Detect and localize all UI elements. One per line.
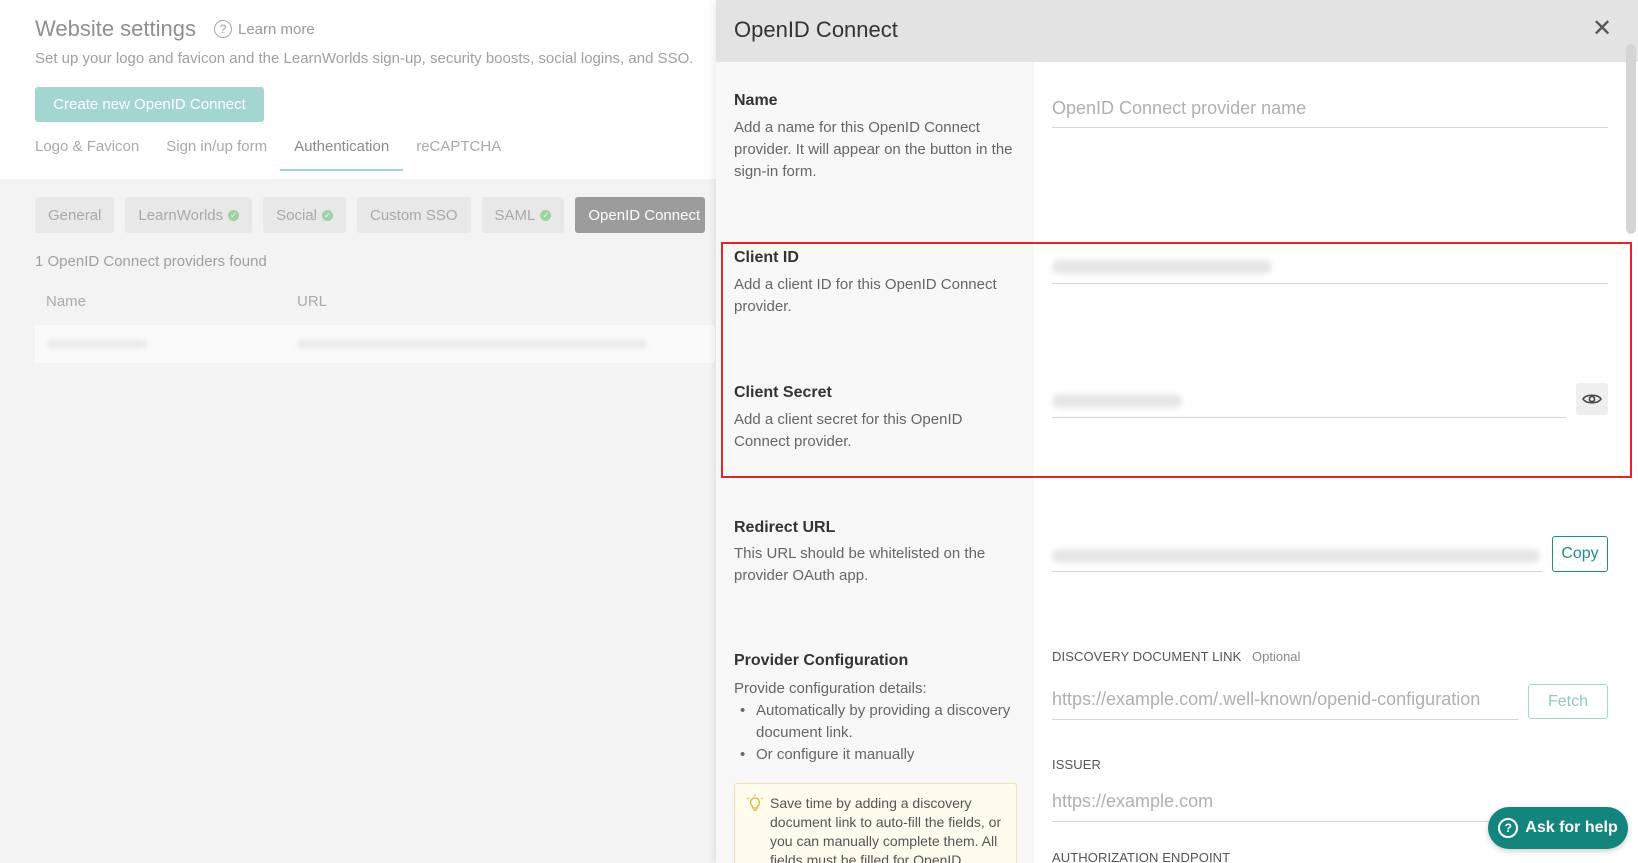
redacted-url <box>297 339 647 349</box>
panel-header: OpenID Connect ✕ <box>716 0 1638 62</box>
provider-config-title: Provider Configuration <box>734 652 909 669</box>
pill-learnworlds[interactable]: LearnWorlds ✓ <box>125 197 253 233</box>
question-icon: ? <box>1498 818 1519 838</box>
redacted-client-id <box>1052 260 1272 274</box>
name-placeholder: OpenID Connect provider name <box>1052 98 1307 118</box>
page-title: Website settings <box>35 16 197 41</box>
learn-more-label: Learn more <box>238 20 315 38</box>
redirect-url-title: Redirect URL <box>734 519 836 536</box>
redirect-url-description: This URL should be whitelisted on the pr… <box>734 545 986 584</box>
client-id-input[interactable] <box>1052 252 1608 284</box>
pill-general[interactable]: General <box>35 197 115 233</box>
settings-tabs: Logo & Favicon Sign in/up form Authentic… <box>35 138 501 171</box>
tip-text: Save time by adding a discovery document… <box>770 795 1002 863</box>
redacted-name <box>47 339 147 349</box>
provider-config-description: Provide configuration details: <box>734 680 927 697</box>
tab-logo-favicon[interactable]: Logo & Favicon <box>35 138 139 171</box>
tab-sign-in-up-form[interactable]: Sign in/up form <box>166 138 267 171</box>
ask-for-help-button[interactable]: ? Ask for help <box>1488 807 1628 849</box>
tab-recaptcha[interactable]: reCAPTCHA <box>416 138 501 171</box>
provider-config-options: Automatically by providing a discovery d… <box>734 700 1024 766</box>
column-header-url: URL <box>297 293 328 310</box>
authorization-endpoint-label: AUTHORIZATION ENDPOINT <box>1052 850 1231 863</box>
tip-box: Save time by adding a discovery document… <box>734 783 1017 863</box>
discovery-link-input[interactable]: https://example.com/.well-known/openid-c… <box>1052 684 1518 720</box>
client-secret-description: Add a client secret for this OpenID Conn… <box>734 411 963 450</box>
panel-title: OpenID Connect <box>734 17 898 42</box>
providers-found-text: 1 OpenID Connect providers found <box>35 253 267 270</box>
check-icon: ✓ <box>540 209 552 221</box>
table-row[interactable] <box>35 325 715 363</box>
list-item: Automatically by providing a discovery d… <box>734 700 1024 744</box>
check-icon: ✓ <box>228 209 240 221</box>
fetch-button[interactable]: Fetch <box>1528 684 1608 719</box>
check-icon: ✓ <box>322 209 333 221</box>
client-secret-input[interactable] <box>1052 386 1566 418</box>
client-id-description: Add a client ID for this OpenID Connect … <box>734 276 997 315</box>
name-description: Add a name for this OpenID Connect provi… <box>734 119 1013 180</box>
page-subtitle: Set up your logo and favicon and the Lea… <box>35 50 694 67</box>
column-header-name: Name <box>46 293 87 310</box>
pill-openid-connect[interactable]: OpenID Connect <box>575 197 706 233</box>
create-openid-button[interactable]: Create new OpenID Connect <box>35 87 264 122</box>
optional-badge: Optional <box>1252 649 1301 664</box>
name-input[interactable]: OpenID Connect provider name <box>1052 96 1608 128</box>
redacted-redirect-url <box>1052 549 1540 563</box>
list-item: Or configure it manually <box>734 744 1024 766</box>
show-secret-button[interactable] <box>1576 383 1608 415</box>
learn-more-link[interactable]: ? Learn more <box>214 20 315 38</box>
issuer-placeholder: https://example.com <box>1052 791 1214 811</box>
pill-custom-sso[interactable]: Custom SSO <box>357 197 471 233</box>
tab-authentication[interactable]: Authentication <box>280 138 404 171</box>
auth-method-pills: General LearnWorlds ✓ Social ✓ Custom SSO … <box>35 197 706 233</box>
close-icon[interactable]: ✕ <box>1588 14 1616 42</box>
redacted-client-secret <box>1052 394 1182 408</box>
discovery-link-placeholder: https://example.com/.well-known/openid-c… <box>1052 689 1481 709</box>
name-title: Name <box>734 92 778 109</box>
openid-connect-panel: OpenID Connect ✕ Name Add a name for thi… <box>716 0 1638 863</box>
pill-saml[interactable]: SAML ✓ <box>481 197 565 233</box>
discovery-link-label: DISCOVERY DOCUMENT LINK <box>1052 649 1242 664</box>
ask-for-help-label: Ask for help <box>1525 819 1618 836</box>
panel-scrollbar[interactable] <box>1626 44 1636 234</box>
client-id-title: Client ID <box>734 249 799 266</box>
redirect-url-field <box>1052 540 1542 572</box>
lightbulb-icon <box>747 794 763 811</box>
copy-button[interactable]: Copy <box>1552 536 1608 572</box>
pill-social[interactable]: Social ✓ <box>263 197 346 233</box>
issuer-label: ISSUER <box>1052 757 1102 772</box>
eye-icon <box>1582 394 1602 404</box>
help-icon: ? <box>214 20 232 38</box>
client-secret-title: Client Secret <box>734 384 832 401</box>
